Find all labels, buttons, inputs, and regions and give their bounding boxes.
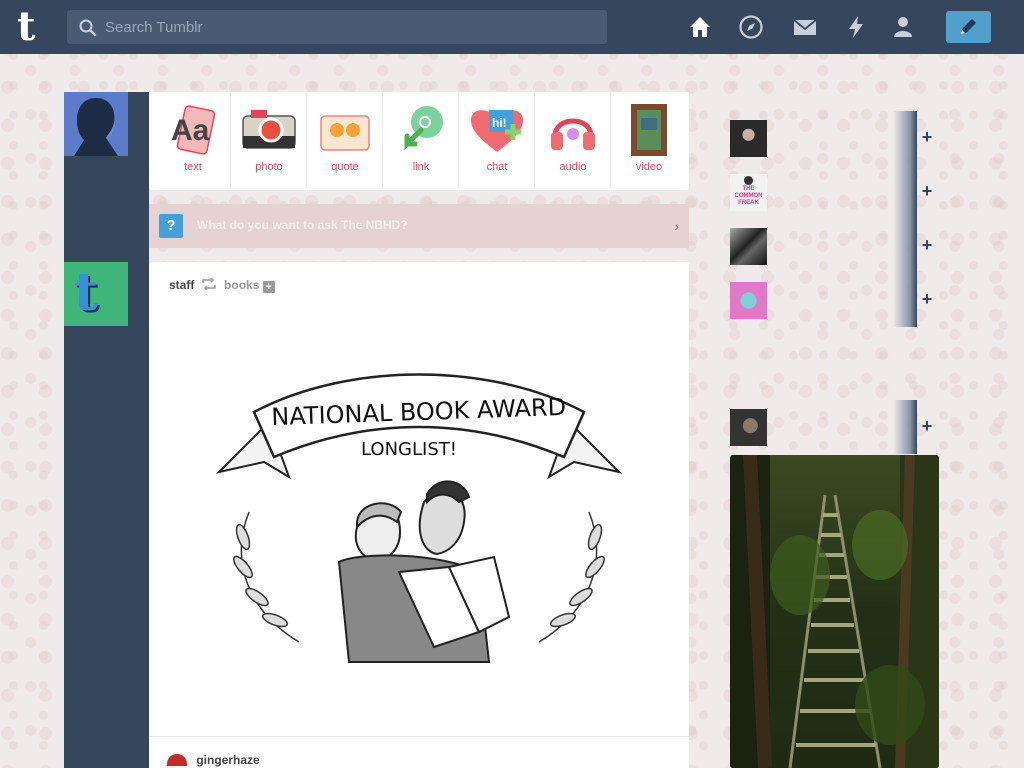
question-icon: ? — [159, 214, 183, 238]
avatar-bearded-man[interactable] — [730, 409, 767, 446]
silhouette-avatar-icon — [74, 98, 118, 156]
recommended-fade — [893, 111, 917, 165]
top-navigation-bar: t — [0, 0, 1024, 54]
recommended-fade — [893, 165, 917, 219]
chat-post-button[interactable]: hi! chat — [459, 92, 535, 190]
text-post-icon: Aa — [171, 105, 216, 155]
post-type-label: link — [412, 161, 430, 173]
my-blog-avatar[interactable] — [64, 92, 128, 156]
radar-photo-forest-stairs[interactable] — [730, 455, 939, 768]
next-post-header: gingerhaze — [167, 752, 260, 767]
post-type-label: photo — [255, 161, 283, 173]
chat-post-icon: hi! — [471, 110, 523, 152]
reblogged-from-link[interactable]: books — [224, 278, 259, 292]
svg-text:Aa: Aa — [171, 114, 210, 147]
ask-prompt-text: What do you want to ask The NBHD? — [197, 218, 408, 232]
staff-avatar[interactable]: t — [64, 262, 128, 326]
post-header: staff books + — [169, 277, 275, 293]
follow-plus-button[interactable]: + — [918, 236, 936, 254]
link-post-button[interactable]: link — [383, 92, 459, 190]
video-post-icon — [631, 104, 667, 156]
recommended-blog-item: + — [730, 111, 940, 165]
search-bar[interactable] — [67, 10, 607, 44]
photo-post-button[interactable]: photo — [231, 92, 307, 190]
post-type-label: text — [184, 161, 202, 173]
chevron-right-icon: › — [674, 218, 679, 234]
avatar-the-common-freak[interactable]: THE COMMON FREAK — [730, 174, 767, 211]
svg-text:hi!: hi! — [492, 116, 507, 130]
post-type-selector: Aa text photo quote link hi! chat audio … — [149, 92, 689, 190]
recommended-blog-item: + — [730, 273, 940, 327]
post-divider — [149, 736, 689, 737]
next-post-author-link[interactable]: gingerhaze — [196, 753, 259, 767]
post-type-label: chat — [486, 161, 508, 173]
post-author-link[interactable]: staff — [169, 278, 194, 292]
tumblr-logo[interactable]: t — [17, 7, 49, 47]
home-icon[interactable] — [687, 14, 713, 40]
follow-plus-button[interactable]: + — [918, 290, 936, 308]
quote-post-button[interactable]: quote — [307, 92, 383, 190]
dashboard-post: staff books + NATIONAL BOOK AWARD LONGLI… — [149, 262, 689, 768]
search-icon — [79, 19, 97, 37]
search-input[interactable] — [105, 10, 595, 44]
recommended-blog-item: + — [730, 400, 940, 454]
national-book-award-illustration: NATIONAL BOOK AWARD LONGLIST! — [215, 373, 623, 663]
inbox-mail-icon[interactable] — [792, 14, 818, 40]
follow-plus-icon[interactable]: + — [262, 281, 275, 293]
dashboard-left-rail — [64, 92, 149, 768]
activity-lightning-icon[interactable] — [843, 14, 869, 40]
avatar-pink-cartoon[interactable] — [730, 282, 767, 319]
follow-plus-button[interactable]: + — [918, 417, 936, 435]
recommended-fade — [893, 400, 917, 454]
recommended-fade — [893, 273, 917, 327]
post-type-label: quote — [331, 161, 359, 173]
recommended-blog-item: THE COMMON FREAK + — [730, 165, 940, 219]
avatar-bw-person[interactable] — [730, 228, 767, 265]
avatar-badge-text: THE COMMON FREAK — [734, 186, 763, 206]
link-post-icon — [404, 106, 443, 151]
next-post-avatar[interactable] — [167, 754, 187, 766]
compose-post-button[interactable] — [946, 11, 991, 43]
video-post-button[interactable]: video — [611, 92, 687, 190]
explore-compass-icon[interactable] — [738, 14, 764, 40]
recommended-blog-item: + — [730, 219, 940, 273]
ask-box[interactable]: ? What do you want to ask The NBHD? › — [149, 204, 689, 248]
reblog-icon — [201, 277, 216, 291]
banner-subtitle: LONGLIST! — [361, 439, 457, 460]
post-type-label: audio — [559, 161, 587, 173]
audio-post-button[interactable]: audio — [535, 92, 611, 190]
tumblr-t-icon: t — [74, 262, 99, 323]
follow-plus-button[interactable]: + — [918, 128, 936, 146]
quote-post-icon — [320, 115, 370, 151]
account-person-icon[interactable] — [890, 14, 916, 40]
avatar-dark-hair[interactable] — [730, 120, 767, 157]
photo-post-icon — [242, 110, 296, 149]
pencil-icon — [961, 19, 976, 34]
follow-plus-button[interactable]: + — [918, 182, 936, 200]
text-post-button[interactable]: Aa text — [155, 92, 231, 190]
recommended-fade — [893, 219, 917, 273]
audio-post-icon — [551, 118, 595, 150]
post-type-label: video — [635, 161, 663, 173]
